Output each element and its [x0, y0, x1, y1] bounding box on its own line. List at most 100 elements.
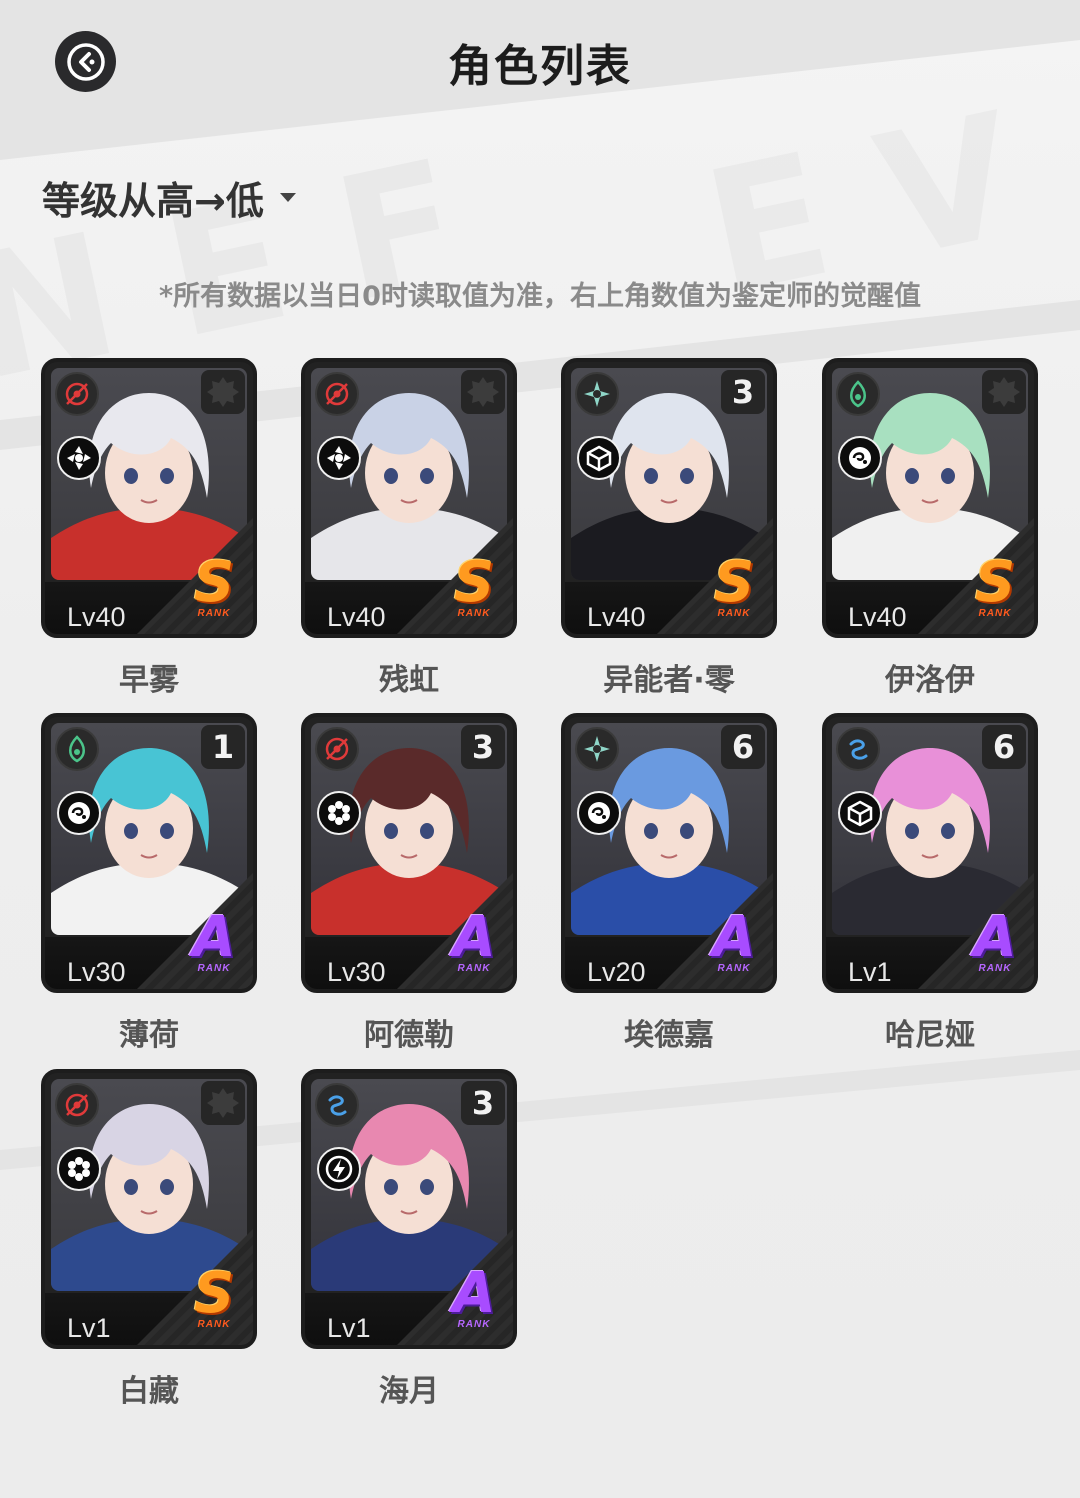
- character-card[interactable]: Lv40 S RANK 早雾: [41, 358, 257, 698]
- character-card-frame: Lv40 S RANK: [41, 358, 257, 638]
- cube-role-icon: [577, 436, 621, 480]
- character-name: 薄荷: [119, 1018, 179, 1053]
- character-card[interactable]: Lv1 A RANK 6 哈尼娅: [822, 713, 1038, 1053]
- character-card[interactable]: Lv30 A RANK 3 阿德勒: [301, 713, 517, 1053]
- water-element-icon: [836, 727, 880, 771]
- rank-letter: S: [453, 550, 495, 615]
- character-card-frame: Lv40 S RANK 3: [561, 358, 777, 638]
- character-card-frame: Lv30 A RANK 3: [301, 713, 517, 993]
- rank-letter: A: [192, 905, 236, 970]
- character-level: Lv40: [848, 602, 907, 632]
- rank-letter: A: [452, 1261, 496, 1326]
- rank-badge: S RANK: [703, 550, 765, 626]
- rank-badge: A RANK: [964, 905, 1026, 981]
- character-level: Lv40: [327, 602, 386, 632]
- vortex-role-icon: [317, 436, 361, 480]
- fire-element-icon: [55, 372, 99, 416]
- rank-letter: S: [713, 550, 755, 615]
- swirl-role-icon: [838, 436, 882, 480]
- vortex-role-icon: [57, 436, 101, 480]
- character-card-frame: Lv1 A RANK 3: [301, 1069, 517, 1349]
- sort-dropdown[interactable]: 等级从高→低: [42, 172, 296, 223]
- rank-caption: RANK: [978, 608, 1012, 619]
- rank-badge: A RANK: [703, 905, 765, 981]
- fire-element-icon: [315, 372, 359, 416]
- character-card[interactable]: Lv40 S RANK 伊洛伊: [822, 358, 1038, 698]
- character-card[interactable]: Lv1 S RANK 白藏: [41, 1069, 257, 1409]
- rank-badge: A RANK: [443, 905, 505, 981]
- water-element-icon: [315, 1083, 359, 1127]
- gear-icon: [201, 370, 245, 414]
- data-note: *所有数据以当日0时读取值为准，右上角数值为鉴定师的觉醒值: [159, 281, 921, 312]
- character-card[interactable]: Lv40 S RANK 残虹: [301, 358, 517, 698]
- rank-badge: S RANK: [183, 550, 245, 626]
- page-title: 角色列表: [448, 41, 632, 92]
- character-name: 海月: [379, 1374, 439, 1409]
- character-card[interactable]: Lv20 A RANK 6 埃德嘉: [561, 713, 777, 1053]
- awakening-value: 3: [721, 370, 765, 414]
- gear-icon: [982, 370, 1026, 414]
- character-name: 白藏: [119, 1374, 179, 1409]
- character-card-frame: Lv40 S RANK: [822, 358, 1038, 638]
- rank-caption: RANK: [717, 608, 751, 619]
- character-card-frame: Lv20 A RANK 6: [561, 713, 777, 993]
- chevron-down-icon: [279, 192, 296, 202]
- rank-badge: A RANK: [443, 1261, 505, 1337]
- character-card[interactable]: Lv40 S RANK 3 异能者·零: [561, 358, 777, 698]
- cube-role-icon: [838, 791, 882, 835]
- rank-letter: A: [452, 905, 496, 970]
- character-level: Lv30: [327, 957, 386, 987]
- rank-letter: S: [193, 1261, 235, 1326]
- bolt-role-icon: [317, 1147, 361, 1191]
- character-name: 埃德嘉: [624, 1018, 714, 1053]
- character-list-screen: N E F E V 角色列表 等级从高→低 *所有数据以当日0时读取值为准，右上…: [0, 0, 1080, 1498]
- character-name: 哈尼娅: [885, 1018, 975, 1053]
- awakening-value: 6: [982, 725, 1026, 769]
- character-card[interactable]: Lv1 A RANK 3 海月: [301, 1069, 517, 1409]
- flower-role-icon: [317, 791, 361, 835]
- swirl-role-icon: [57, 791, 101, 835]
- character-card-frame: Lv40 S RANK: [301, 358, 517, 638]
- character-card[interactable]: Lv30 A RANK 1 薄荷: [41, 713, 257, 1053]
- light-element-icon: [575, 727, 619, 771]
- character-level: Lv1: [848, 957, 892, 987]
- sort-label: 等级从高→低: [42, 178, 264, 223]
- character-name: 伊洛伊: [885, 663, 975, 698]
- rank-letter: S: [193, 550, 235, 615]
- character-card-frame: Lv30 A RANK 1: [41, 713, 257, 993]
- character-level: Lv40: [587, 602, 646, 632]
- awakening-value: 1: [201, 725, 245, 769]
- awakening-value: 3: [461, 1081, 505, 1125]
- rank-badge: S RANK: [964, 550, 1026, 626]
- character-level: Lv30: [67, 957, 126, 987]
- rank-badge: S RANK: [443, 550, 505, 626]
- rank-caption: RANK: [197, 608, 231, 619]
- nature-element-icon: [55, 727, 99, 771]
- character-name: 异能者·零: [603, 663, 735, 698]
- character-name: 阿德勒: [364, 1018, 454, 1053]
- character-level: Lv1: [327, 1313, 371, 1343]
- character-level: Lv40: [67, 602, 126, 632]
- rank-letter: S: [974, 550, 1016, 615]
- flower-role-icon: [57, 1147, 101, 1191]
- rank-caption: RANK: [197, 1319, 231, 1330]
- rank-letter: A: [973, 905, 1017, 970]
- rank-badge: A RANK: [183, 905, 245, 981]
- rank-caption: RANK: [457, 608, 491, 619]
- light-element-icon: [575, 372, 619, 416]
- awakening-value: 6: [721, 725, 765, 769]
- fire-element-icon: [315, 727, 359, 771]
- character-card-frame: Lv1 A RANK 6: [822, 713, 1038, 993]
- rank-letter: A: [712, 905, 756, 970]
- swirl-role-icon: [577, 791, 621, 835]
- awakening-value: 3: [461, 725, 505, 769]
- rank-badge: S RANK: [183, 1261, 245, 1337]
- character-card-frame: Lv1 S RANK: [41, 1069, 257, 1349]
- gear-icon: [201, 1081, 245, 1125]
- character-level: Lv1: [67, 1313, 111, 1343]
- character-name: 早雾: [119, 663, 179, 698]
- nature-element-icon: [836, 372, 880, 416]
- character-level: Lv20: [587, 957, 646, 987]
- gear-icon: [461, 370, 505, 414]
- character-name: 残虹: [379, 663, 439, 698]
